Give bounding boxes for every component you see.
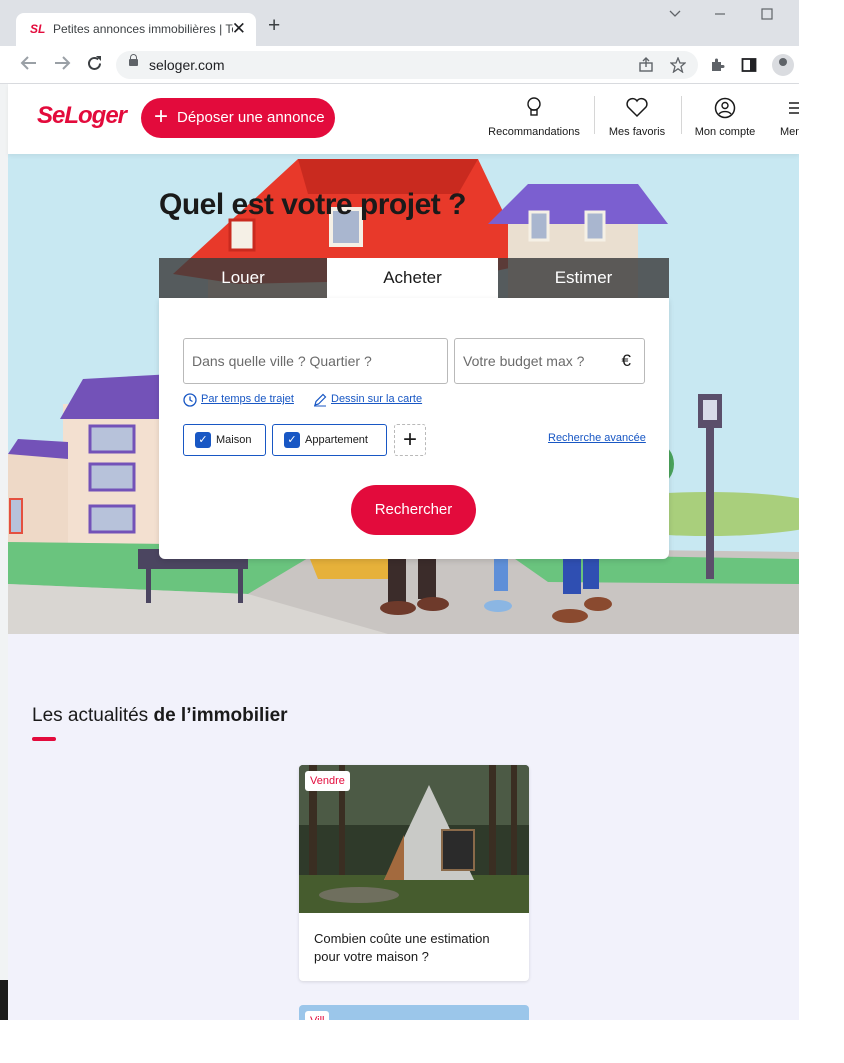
news-title-plain: Les actualités bbox=[32, 705, 149, 726]
news-card[interactable]: Vendre Combien coûte une estimation pour… bbox=[299, 765, 529, 981]
nav-label: Mes favoris bbox=[608, 126, 666, 138]
search-tabs: Louer Acheter Estimer bbox=[159, 258, 669, 298]
user-icon bbox=[714, 97, 736, 119]
nav-divider bbox=[681, 96, 682, 134]
nav-divider bbox=[594, 96, 595, 134]
news-title: Les actualités de l’immobilier bbox=[32, 705, 288, 727]
news-section: Les actualités de l’immobilier Vendre Co… bbox=[8, 634, 799, 1020]
budget-placeholder: Votre budget max ? bbox=[463, 353, 585, 369]
type-chip-appartement[interactable]: ✓ Appartement bbox=[272, 424, 387, 456]
news-title-bold: de l’immobilier bbox=[153, 705, 288, 726]
post-ad-button[interactable]: + Déposer une annonce bbox=[141, 98, 335, 138]
plus-icon: + bbox=[154, 103, 169, 130]
nav-label: Menu bbox=[780, 126, 799, 138]
browser-tab[interactable]: SL Petites annonces immobilières | Tous … bbox=[16, 13, 256, 46]
side-panel-icon[interactable] bbox=[741, 57, 757, 73]
location-input[interactable]: Dans quelle ville ? Quartier ? bbox=[183, 338, 448, 384]
address-bar[interactable]: seloger.com bbox=[116, 51, 698, 79]
lightbulb-icon bbox=[527, 97, 541, 116]
star-icon[interactable] bbox=[670, 57, 686, 73]
post-ad-label: Déposer une annonce bbox=[177, 109, 325, 126]
back-arrow-icon[interactable] bbox=[20, 55, 38, 71]
type-label: Maison bbox=[216, 434, 252, 446]
add-type-button[interactable]: + bbox=[394, 424, 426, 456]
share-icon[interactable] bbox=[638, 57, 654, 73]
draw-on-map-link[interactable]: Dessin sur la carte bbox=[331, 393, 422, 405]
nav-favorites[interactable]: Mes favoris bbox=[603, 96, 671, 138]
reload-icon[interactable] bbox=[86, 55, 103, 72]
browser-toolbar: seloger.com bbox=[0, 46, 799, 84]
budget-input[interactable]: Votre budget max ? € bbox=[454, 338, 645, 384]
chevron-down-icon[interactable] bbox=[668, 9, 682, 19]
clock-icon bbox=[183, 393, 197, 407]
euro-icon: € bbox=[621, 351, 631, 370]
advanced-search-link[interactable]: Recherche avancée bbox=[548, 432, 646, 444]
seloger-favicon-icon: SL bbox=[30, 22, 46, 36]
card-title: Combien coûte une estimation pour votre … bbox=[314, 931, 490, 964]
browser-window: SL Petites annonces immobilières | Tous … bbox=[0, 0, 799, 1020]
nav-recommendations[interactable]: Recommandations bbox=[486, 96, 582, 138]
checkbox-checked-icon[interactable]: ✓ bbox=[284, 432, 300, 448]
close-tab-icon[interactable]: ✕ bbox=[232, 19, 246, 39]
hamburger-icon bbox=[789, 102, 799, 114]
hero-title: Quel est votre projet ? bbox=[159, 188, 466, 221]
news-card[interactable]: Vill bbox=[299, 1005, 529, 1020]
search-button[interactable]: Rechercher bbox=[351, 485, 476, 535]
nav-label: Recommandations bbox=[488, 126, 580, 138]
tab-title: Petites annonces immobilières | Tous bbox=[53, 22, 233, 36]
tab-strip: SL Petites annonces immobilières | Tous … bbox=[0, 0, 799, 46]
site-header: SeLoger + Déposer une annonce Recommanda… bbox=[8, 84, 799, 154]
new-tab-button[interactable]: + bbox=[268, 15, 280, 36]
tab-acheter[interactable]: Acheter bbox=[327, 258, 498, 298]
tab-louer[interactable]: Louer bbox=[159, 258, 327, 298]
nav-account[interactable]: Mon compte bbox=[689, 96, 761, 138]
nav-label: Mon compte bbox=[694, 126, 756, 138]
extensions-puzzle-icon[interactable] bbox=[709, 57, 725, 73]
card-category-tag: Vendre bbox=[305, 771, 350, 791]
tab-estimer[interactable]: Estimer bbox=[498, 258, 669, 298]
nav-menu[interactable]: Menu bbox=[775, 96, 799, 138]
location-placeholder: Dans quelle ville ? Quartier ? bbox=[192, 353, 372, 369]
type-chip-maison[interactable]: ✓ Maison bbox=[183, 424, 266, 456]
seloger-logo[interactable]: SeLoger bbox=[37, 102, 127, 130]
forward-arrow-icon[interactable] bbox=[53, 55, 71, 71]
hero-section: Quel est votre projet ? Louer Acheter Es… bbox=[8, 154, 799, 634]
checkbox-checked-icon[interactable]: ✓ bbox=[195, 432, 211, 448]
maximize-icon[interactable] bbox=[761, 8, 773, 20]
type-label: Appartement bbox=[305, 434, 368, 446]
title-underline bbox=[32, 737, 56, 741]
pencil-icon bbox=[314, 393, 327, 407]
url-text: seloger.com bbox=[149, 57, 225, 73]
travel-time-link[interactable]: Par temps de trajet bbox=[201, 393, 294, 405]
card-category-tag: Vill bbox=[305, 1011, 330, 1020]
lock-icon bbox=[129, 54, 138, 66]
search-form: Dans quelle ville ? Quartier ? Votre bud… bbox=[159, 298, 669, 559]
background-edge bbox=[0, 980, 8, 1020]
heart-icon bbox=[626, 97, 648, 118]
minimize-icon[interactable] bbox=[714, 9, 726, 19]
profile-avatar-icon[interactable] bbox=[772, 54, 794, 76]
